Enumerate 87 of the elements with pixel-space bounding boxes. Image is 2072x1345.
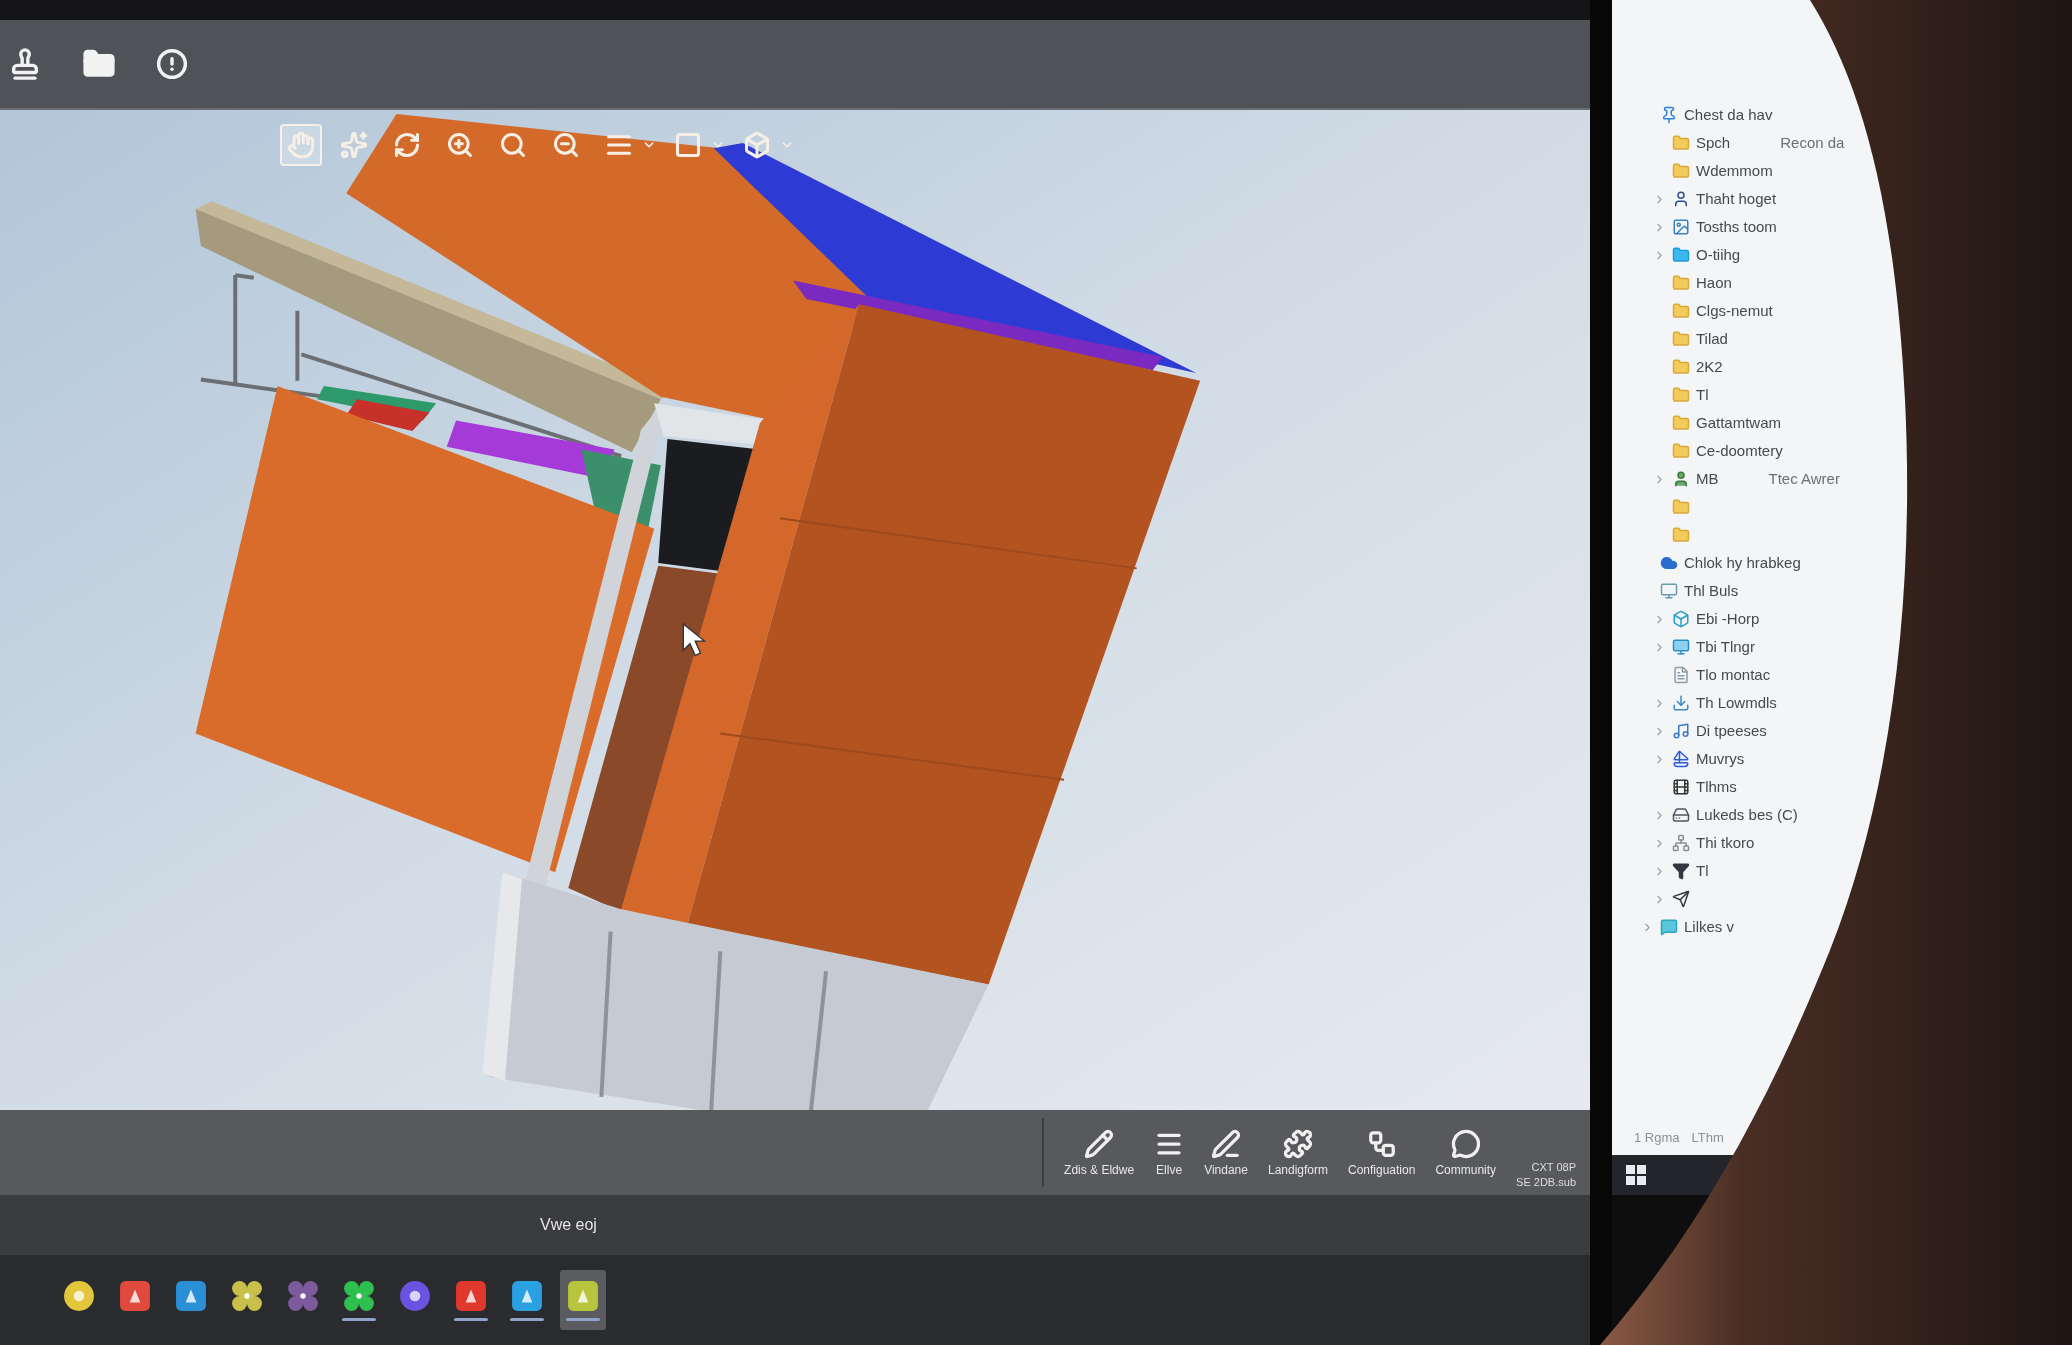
- funnel-icon: [1672, 862, 1690, 880]
- puzzle-icon: [1282, 1128, 1313, 1159]
- pencil-icon: [1084, 1128, 1115, 1159]
- tree-item-label[interactable]: Muvrys: [1696, 750, 1745, 768]
- folder-icon: [1672, 526, 1690, 544]
- path-text: Recon da: [1780, 134, 1845, 152]
- folder-icon: [1672, 302, 1690, 320]
- start-icon[interactable]: [1626, 1165, 1646, 1185]
- tree-item-label[interactable]: Tlo montac: [1696, 666, 1771, 684]
- hand-icon: [287, 131, 315, 159]
- send-icon: [1672, 890, 1690, 908]
- pen-icon: [1211, 1128, 1242, 1159]
- clock-time: CXT 08P: [1531, 1161, 1576, 1174]
- pin-icon: [1660, 106, 1678, 124]
- tree-item-label[interactable]: Tilad: [1696, 330, 1728, 348]
- tree-item-label[interactable]: MB: [1696, 470, 1719, 488]
- chat-bubble-icon: [1660, 918, 1678, 936]
- sparkle-icon: [340, 131, 368, 159]
- monitor-icon: [1660, 582, 1678, 600]
- network-icon: [1672, 834, 1690, 852]
- music-icon: [1672, 722, 1690, 740]
- chat-bubble-icon: [1450, 1128, 1481, 1159]
- tree-item-label[interactable]: Clgs-nemut: [1696, 302, 1773, 320]
- folder-icon: [1672, 162, 1690, 180]
- ribbon-tool-button[interactable]: Vindane: [1198, 1124, 1254, 1181]
- tree-item-label[interactable]: Tl: [1696, 386, 1709, 404]
- folder-icon: [1672, 442, 1690, 460]
- tree-item-label[interactable]: Tosths toom: [1696, 218, 1777, 236]
- ribbon-tool-button[interactable]: Zdis & Eldwe: [1058, 1124, 1141, 1181]
- document-icon: [1672, 666, 1690, 684]
- alert-icon[interactable]: [156, 48, 188, 80]
- folder-icon: [1672, 498, 1690, 516]
- monitor-icon: [1672, 638, 1690, 656]
- ribbon-tool-button[interactable]: Configuation: [1342, 1124, 1422, 1181]
- folder-icon: [1672, 134, 1690, 152]
- tree-item-label[interactable]: Thi tkoro: [1696, 834, 1755, 852]
- user-icon: [1672, 470, 1690, 488]
- search-icon: [499, 131, 527, 159]
- user-icon: [1672, 190, 1690, 208]
- mouse-cursor-icon: [682, 622, 707, 657]
- tree-item-label[interactable]: Chlok hy hrabkeg: [1684, 554, 1801, 572]
- selection-text: LThm: [1691, 1129, 1724, 1148]
- tree-item-label[interactable]: Tlhms: [1696, 778, 1737, 796]
- tree-item-label[interactable]: Tbi Tlngr: [1696, 638, 1755, 656]
- tree-item-label[interactable]: Di tpeeses: [1696, 722, 1767, 740]
- cloud-icon: [1660, 554, 1678, 572]
- sailboat-icon: [1672, 750, 1690, 768]
- tree-item-label[interactable]: Spch: [1696, 134, 1731, 152]
- image-icon: [1672, 218, 1690, 236]
- item-count-text: 1 Rgma: [1634, 1129, 1680, 1148]
- ribbon-tool-button[interactable]: Landigform: [1261, 1124, 1334, 1181]
- tree-item-label[interactable]: Lilkes v: [1684, 918, 1735, 936]
- ribbon-tool-button[interactable]: Ellve: [1148, 1124, 1191, 1181]
- folder-icon: [1672, 386, 1690, 404]
- tree-item-label[interactable]: Wdemmom: [1696, 162, 1773, 180]
- clock-date: SE 2DB.sub: [1516, 1176, 1576, 1189]
- zoom-out-icon: [552, 131, 580, 159]
- tree-item-label[interactable]: O-tiihg: [1696, 246, 1741, 264]
- cube-icon: [1672, 610, 1690, 628]
- tree-item-label[interactable]: Tl: [1696, 862, 1709, 880]
- workflow-icon: [1366, 1128, 1397, 1159]
- taskbar-app-button[interactable]: [560, 1270, 606, 1330]
- tree-item-label[interactable]: Lukeds bes (C): [1696, 806, 1798, 824]
- square-icon: [674, 131, 702, 159]
- folder-icon: [1672, 330, 1690, 348]
- folder-icon: [1672, 414, 1690, 432]
- download-icon: [1672, 694, 1690, 712]
- folder-icon: [1672, 358, 1690, 376]
- monitor-label: Vwe eoj: [540, 1215, 597, 1235]
- folder-icon: [1672, 274, 1690, 292]
- tree-item-label[interactable]: Th Lowmdls: [1696, 694, 1777, 712]
- ribbon-tool-button[interactable]: Community: [1429, 1124, 1503, 1181]
- tree-item-label[interactable]: 2K2: [1696, 358, 1723, 376]
- orbit-icon: [393, 131, 421, 159]
- tree-item-label[interactable]: Thl Buls: [1684, 582, 1739, 600]
- tree-item-label[interactable]: Ebi -Horp: [1696, 610, 1760, 628]
- zoom-in-icon: [446, 131, 474, 159]
- tree-item-label[interactable]: Chest da hav: [1684, 106, 1773, 124]
- film-icon: [1672, 778, 1690, 796]
- cube-icon: [743, 131, 771, 159]
- tree-item-label[interactable]: Ce-doomtery: [1696, 442, 1783, 460]
- tree-item-label[interactable]: Thaht hoget: [1696, 190, 1777, 208]
- path-text: Ttec Awrer: [1768, 470, 1840, 488]
- drive-icon: [1672, 806, 1690, 824]
- folder-icon: [1672, 246, 1690, 264]
- tree-item-label[interactable]: Haon: [1696, 274, 1732, 292]
- tree-item-label[interactable]: Gattamtwam: [1696, 414, 1782, 432]
